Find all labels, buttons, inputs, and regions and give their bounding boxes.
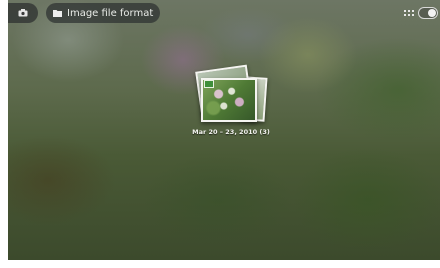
- view-switcher[interactable]: [396, 5, 438, 21]
- album-caption: Mar 20 – 23, 2010 (3): [192, 128, 270, 136]
- view-toggle-icon[interactable]: [418, 7, 438, 19]
- album-stack[interactable]: [188, 64, 272, 128]
- toggle-knob: [428, 9, 436, 17]
- camera-icon: [18, 9, 28, 17]
- breadcrumb-album[interactable]: Image file format: [46, 3, 160, 23]
- grid-icon[interactable]: [404, 10, 414, 16]
- album-badge-icon: [204, 80, 214, 88]
- gallery-screen: Image file format Mar 20 – 23, 2010 (3): [8, 0, 440, 260]
- top-bar: Image file format: [8, 0, 440, 26]
- breadcrumb-label: Image file format: [67, 7, 154, 19]
- folder-icon: [53, 9, 62, 17]
- camera-button[interactable]: [8, 3, 38, 23]
